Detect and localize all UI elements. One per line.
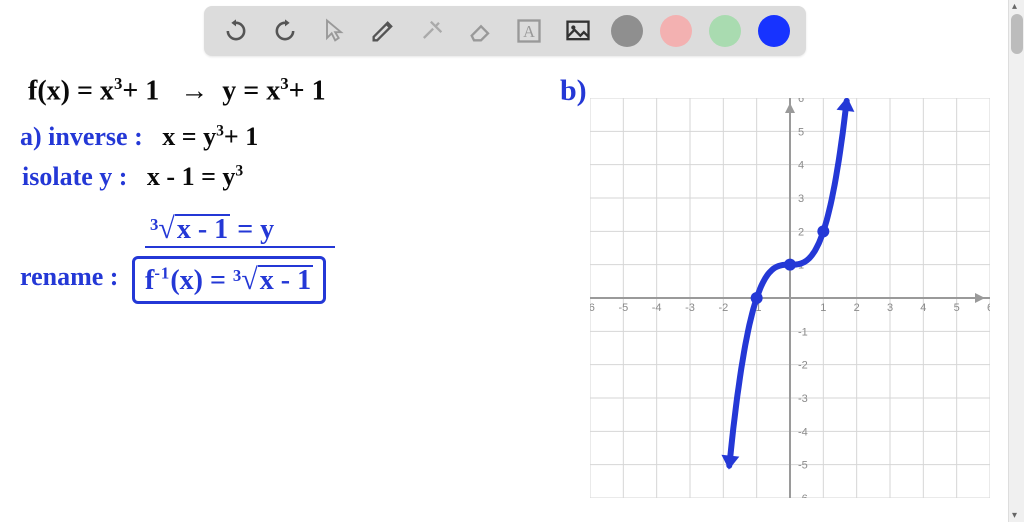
equation-original: f(x) = x3+ 1 → y = x3+ 1 — [28, 74, 326, 107]
svg-text:5: 5 — [798, 126, 804, 138]
svg-text:6: 6 — [798, 98, 804, 105]
svg-text:-1: -1 — [798, 326, 808, 338]
final-answer: f-1(x) = 3√x - 1 — [132, 256, 326, 304]
pencil-tool[interactable] — [366, 14, 400, 48]
tools-button[interactable] — [415, 14, 449, 48]
whiteboard-canvas[interactable]: A f(x) = x3+ 1 → y = x3+ 1 a) inverse : … — [0, 0, 1008, 522]
isolate-label: isolate y : x - 1 = y3 — [22, 162, 243, 192]
svg-text:-5: -5 — [618, 302, 628, 314]
svg-text:-5: -5 — [798, 460, 808, 472]
eraser-tool[interactable] — [464, 14, 498, 48]
color-pink[interactable] — [659, 14, 693, 48]
svg-text:-4: -4 — [652, 302, 662, 314]
curve-arrows — [721, 98, 854, 470]
part-a-label: a) inverse : x = y3+ 1 — [20, 122, 258, 152]
svg-text:-4: -4 — [798, 426, 808, 438]
svg-text:5: 5 — [954, 302, 960, 314]
rename-label: rename : — [20, 262, 118, 292]
image-tool[interactable] — [561, 14, 595, 48]
scroll-thumb[interactable] — [1011, 14, 1023, 54]
underline — [145, 246, 335, 248]
color-green[interactable] — [708, 14, 742, 48]
svg-text:3: 3 — [798, 193, 804, 205]
color-gray[interactable] — [610, 14, 644, 48]
color-blue[interactable] — [757, 14, 791, 48]
vertical-scrollbar[interactable]: ▴ ▾ — [1008, 0, 1024, 522]
svg-text:-2: -2 — [798, 360, 808, 372]
scroll-up-icon[interactable]: ▴ — [1012, 1, 1017, 12]
graph-plot: -6-5-4-3-2-1123456-6-5-4-3-2-1123456 — [590, 98, 990, 498]
svg-text:A: A — [523, 22, 535, 41]
cube-root-step: 3√x - 1 = y — [150, 212, 274, 246]
redo-button[interactable] — [268, 14, 302, 48]
svg-text:3: 3 — [887, 302, 893, 314]
drawing-toolbar: A — [204, 6, 806, 56]
cursor-tool[interactable] — [317, 14, 351, 48]
svg-text:-6: -6 — [590, 302, 595, 314]
svg-text:2: 2 — [798, 226, 804, 238]
undo-button[interactable] — [219, 14, 253, 48]
svg-text:6: 6 — [987, 302, 990, 314]
text-tool[interactable]: A — [512, 14, 546, 48]
scroll-down-icon[interactable]: ▾ — [1012, 510, 1017, 521]
svg-text:4: 4 — [920, 302, 926, 314]
svg-text:4: 4 — [798, 160, 804, 172]
svg-text:-6: -6 — [798, 493, 808, 498]
part-b-label: b) — [560, 74, 587, 108]
svg-text:1: 1 — [820, 302, 826, 314]
axes — [590, 98, 990, 498]
function-curve — [729, 101, 846, 466]
svg-text:-3: -3 — [798, 393, 808, 405]
svg-text:2: 2 — [854, 302, 860, 314]
svg-text:-3: -3 — [685, 302, 695, 314]
svg-text:-2: -2 — [718, 302, 728, 314]
